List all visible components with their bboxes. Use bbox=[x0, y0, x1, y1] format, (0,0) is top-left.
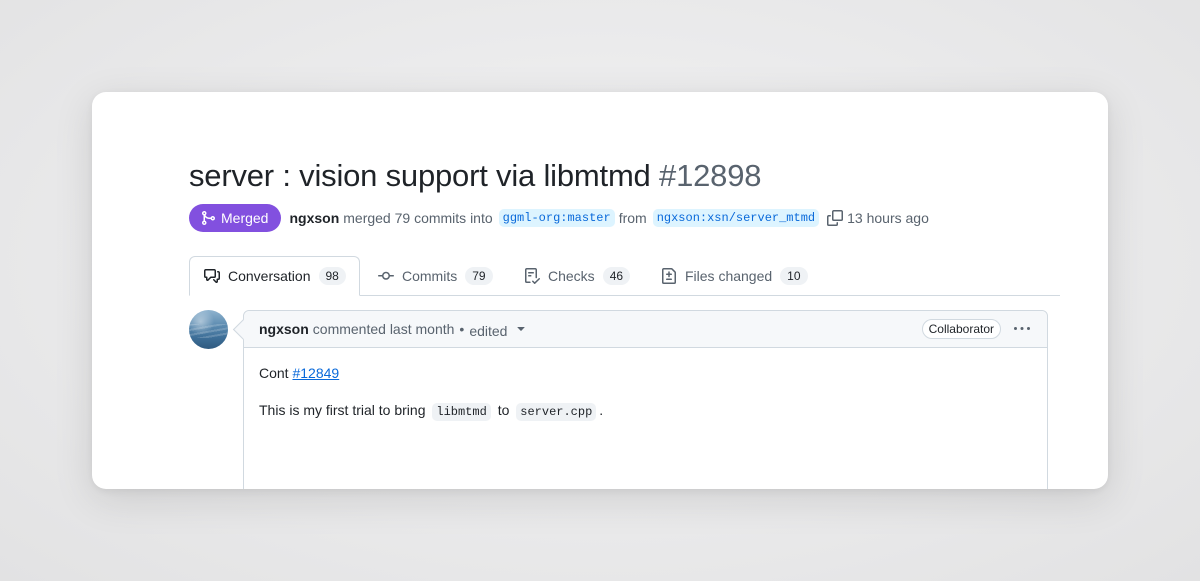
file-diff-icon bbox=[661, 267, 677, 284]
merged-text: merged 79 commits into bbox=[343, 210, 493, 226]
git-merge-icon bbox=[202, 211, 216, 225]
tab-counter: 98 bbox=[318, 267, 346, 285]
pr-number: #12898 bbox=[659, 158, 762, 193]
tab-label: Files changed bbox=[685, 267, 773, 284]
comment-line-1: Cont #12849 bbox=[259, 363, 1032, 383]
line2-text-after: . bbox=[599, 402, 604, 418]
pr-author-link[interactable]: ngxson bbox=[289, 210, 339, 226]
tab-checks[interactable]: Checks 46 bbox=[524, 256, 631, 295]
status-label: Merged bbox=[221, 210, 269, 226]
page-title: server : vision support via libmtmd #128… bbox=[189, 158, 761, 194]
code-server-cpp: server.cpp bbox=[516, 403, 597, 421]
pr-tabs: Conversation 98 Commits 79 Checks 46 Fil… bbox=[189, 256, 1060, 296]
comment-author-link[interactable]: ngxson bbox=[259, 321, 309, 337]
comment-box: ngxson commented last month • edited Col… bbox=[243, 310, 1048, 489]
comment-line-2: This is my first trial to bring libmtmd … bbox=[259, 400, 1032, 422]
issue-link[interactable]: #12849 bbox=[292, 365, 339, 381]
separator-dot: • bbox=[459, 321, 465, 337]
collaborator-badge: Collaborator bbox=[921, 319, 1001, 339]
avatar[interactable] bbox=[189, 310, 228, 349]
comment-body: Cont #12849 This is my first trial to br… bbox=[244, 348, 1047, 454]
tab-label: Conversation bbox=[228, 268, 311, 284]
tab-conversation[interactable]: Conversation 98 bbox=[189, 256, 360, 296]
edited-dropdown[interactable]: edited bbox=[469, 320, 529, 339]
pr-timestamp[interactable]: 13 hours ago bbox=[847, 210, 929, 226]
tab-counter: 46 bbox=[602, 266, 631, 285]
pull-request-card: server : vision support via libmtmd #128… bbox=[92, 92, 1108, 489]
cont-text: Cont bbox=[259, 365, 289, 381]
kebab-horizontal-icon[interactable] bbox=[1014, 321, 1030, 337]
pr-title: server : vision support via libmtmd bbox=[189, 158, 651, 193]
code-libmtmd: libmtmd bbox=[432, 403, 491, 421]
base-branch-link[interactable]: ggml-org:master bbox=[498, 209, 615, 227]
head-branch-link[interactable]: ngxson:xsn/server_mtmd bbox=[652, 209, 820, 227]
line2-text-mid: to bbox=[497, 402, 510, 418]
checklist-icon bbox=[524, 267, 540, 284]
status-badge: Merged bbox=[189, 204, 282, 232]
from-text: from bbox=[618, 210, 647, 226]
edited-label: edited bbox=[469, 322, 508, 339]
comment-discussion-icon bbox=[204, 268, 220, 284]
tab-counter: 10 bbox=[780, 266, 808, 285]
triangle-down-icon bbox=[513, 320, 529, 336]
comment-timestamp[interactable]: commented last month bbox=[313, 321, 455, 337]
comment-header: ngxson commented last month • edited Col… bbox=[244, 311, 1047, 348]
pr-meta: Merged ngxson merged 79 commits into ggm… bbox=[189, 204, 929, 232]
line2-text-before: This is my first trial to bring bbox=[259, 402, 426, 418]
tab-counter: 79 bbox=[465, 266, 493, 285]
tab-commits[interactable]: Commits 79 bbox=[378, 256, 493, 295]
git-commit-icon bbox=[378, 268, 394, 284]
copy-icon[interactable] bbox=[827, 210, 844, 226]
tab-files-changed[interactable]: Files changed 10 bbox=[661, 256, 808, 295]
tab-label: Checks bbox=[548, 267, 595, 284]
tab-label: Commits bbox=[402, 267, 458, 284]
